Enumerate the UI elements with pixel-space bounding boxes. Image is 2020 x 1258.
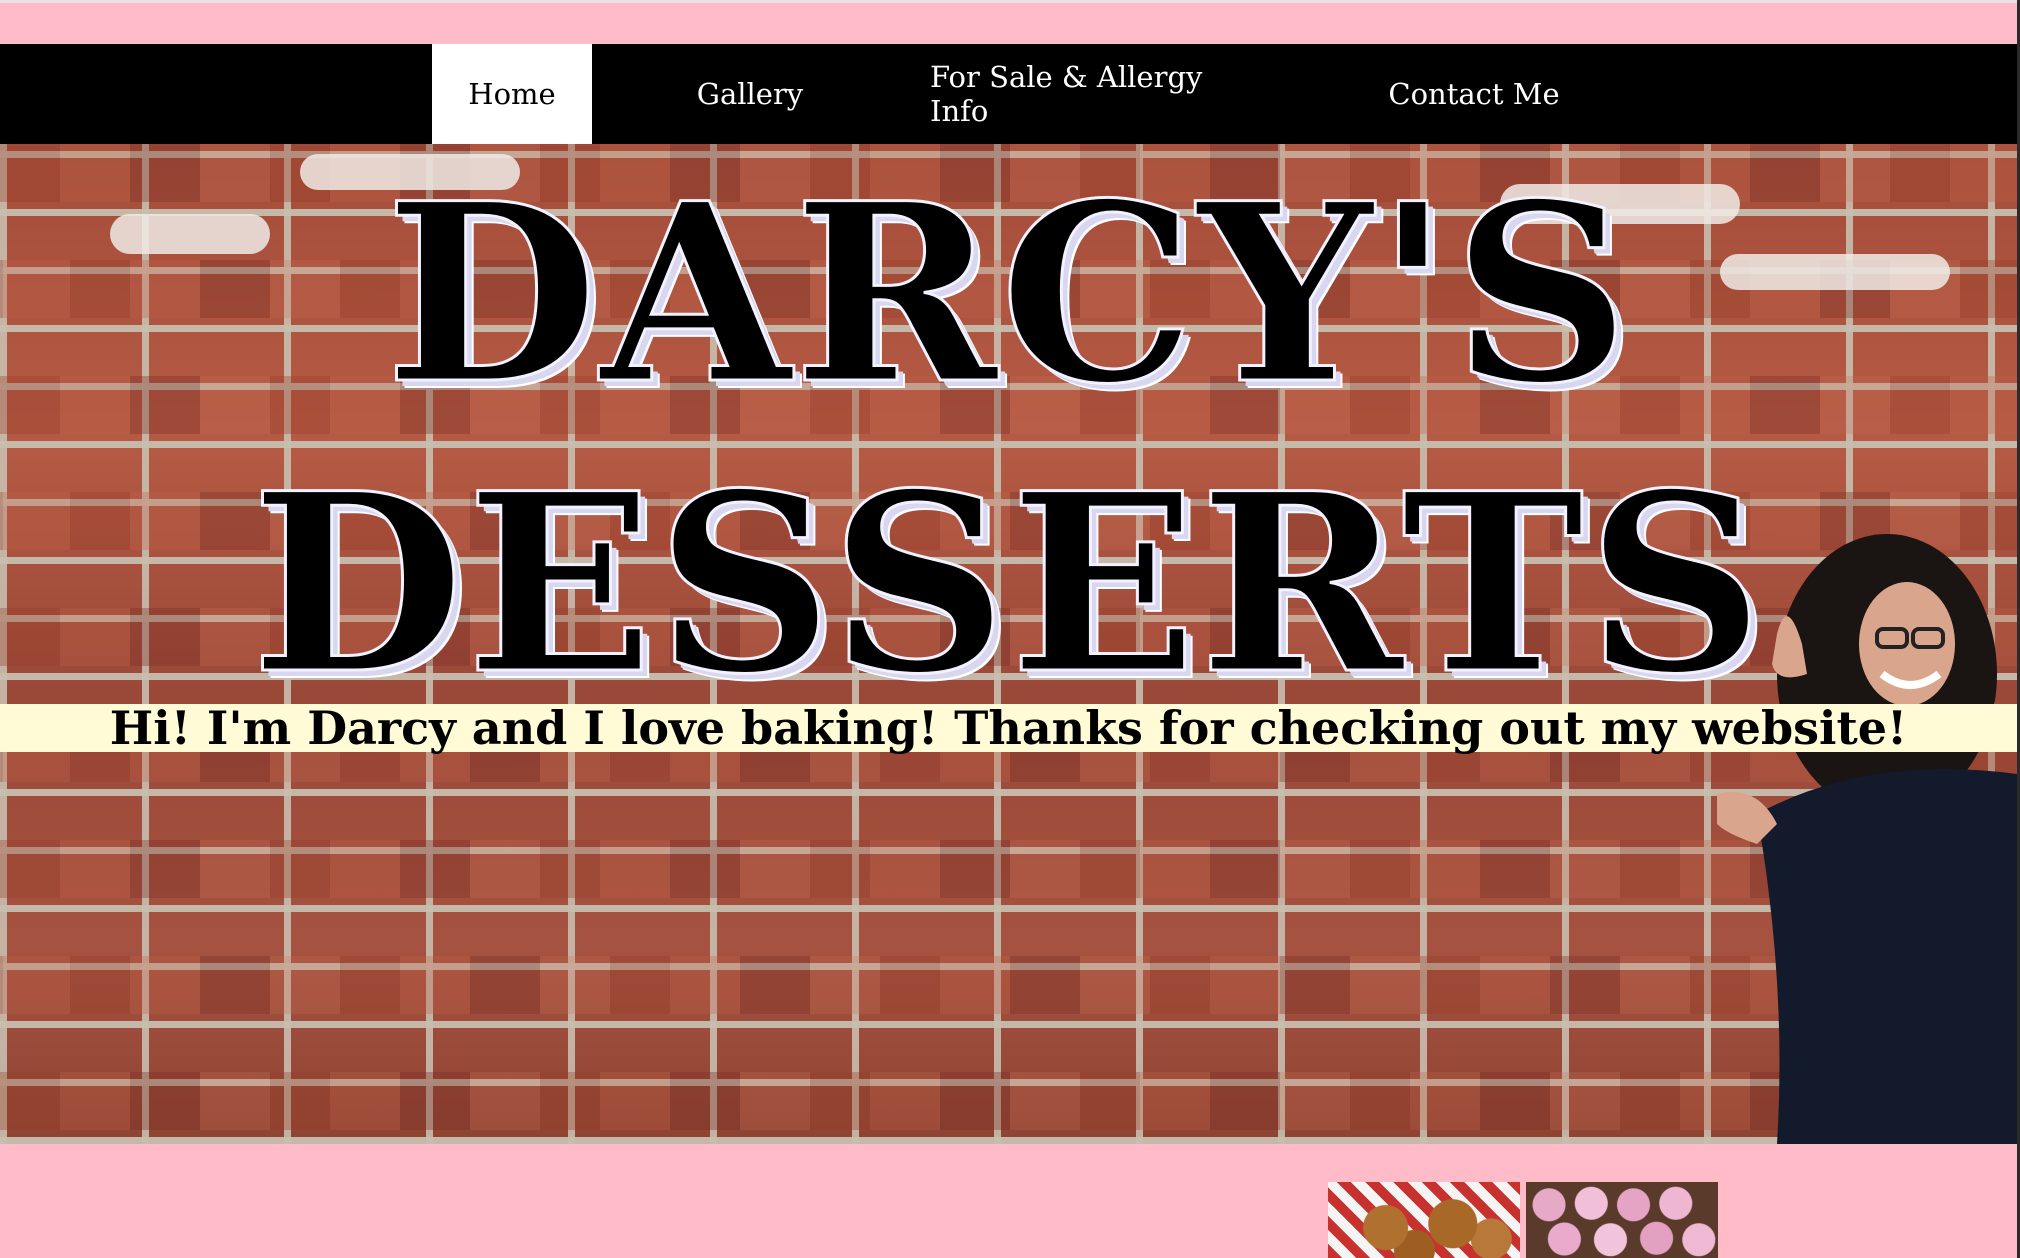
nav-home[interactable]: Home [432,44,592,144]
welcome-tagline: Hi! I'm Darcy and I love baking! Thanks … [0,701,2017,755]
brick-texture [0,1072,2017,1130]
top-strip [0,0,2020,44]
brick-texture [0,956,2017,1014]
nav-contact-me[interactable]: Contact Me [1380,44,1568,144]
site-title-line-2: DESSERTS [249,440,1767,729]
cookies-thumbnail[interactable] [1328,1182,1520,1258]
cupcakes-thumbnail[interactable] [1526,1182,1718,1258]
nav-gallery[interactable]: Gallery [680,44,820,144]
nav-for-sale-allergy-info[interactable]: For Sale & Allergy Info [930,44,1266,144]
main-navbar: Home Gallery For Sale & Allergy Info Con… [0,44,2017,144]
site-title-line-1: DARCY'S [383,150,1632,439]
brick-texture [0,840,2017,898]
